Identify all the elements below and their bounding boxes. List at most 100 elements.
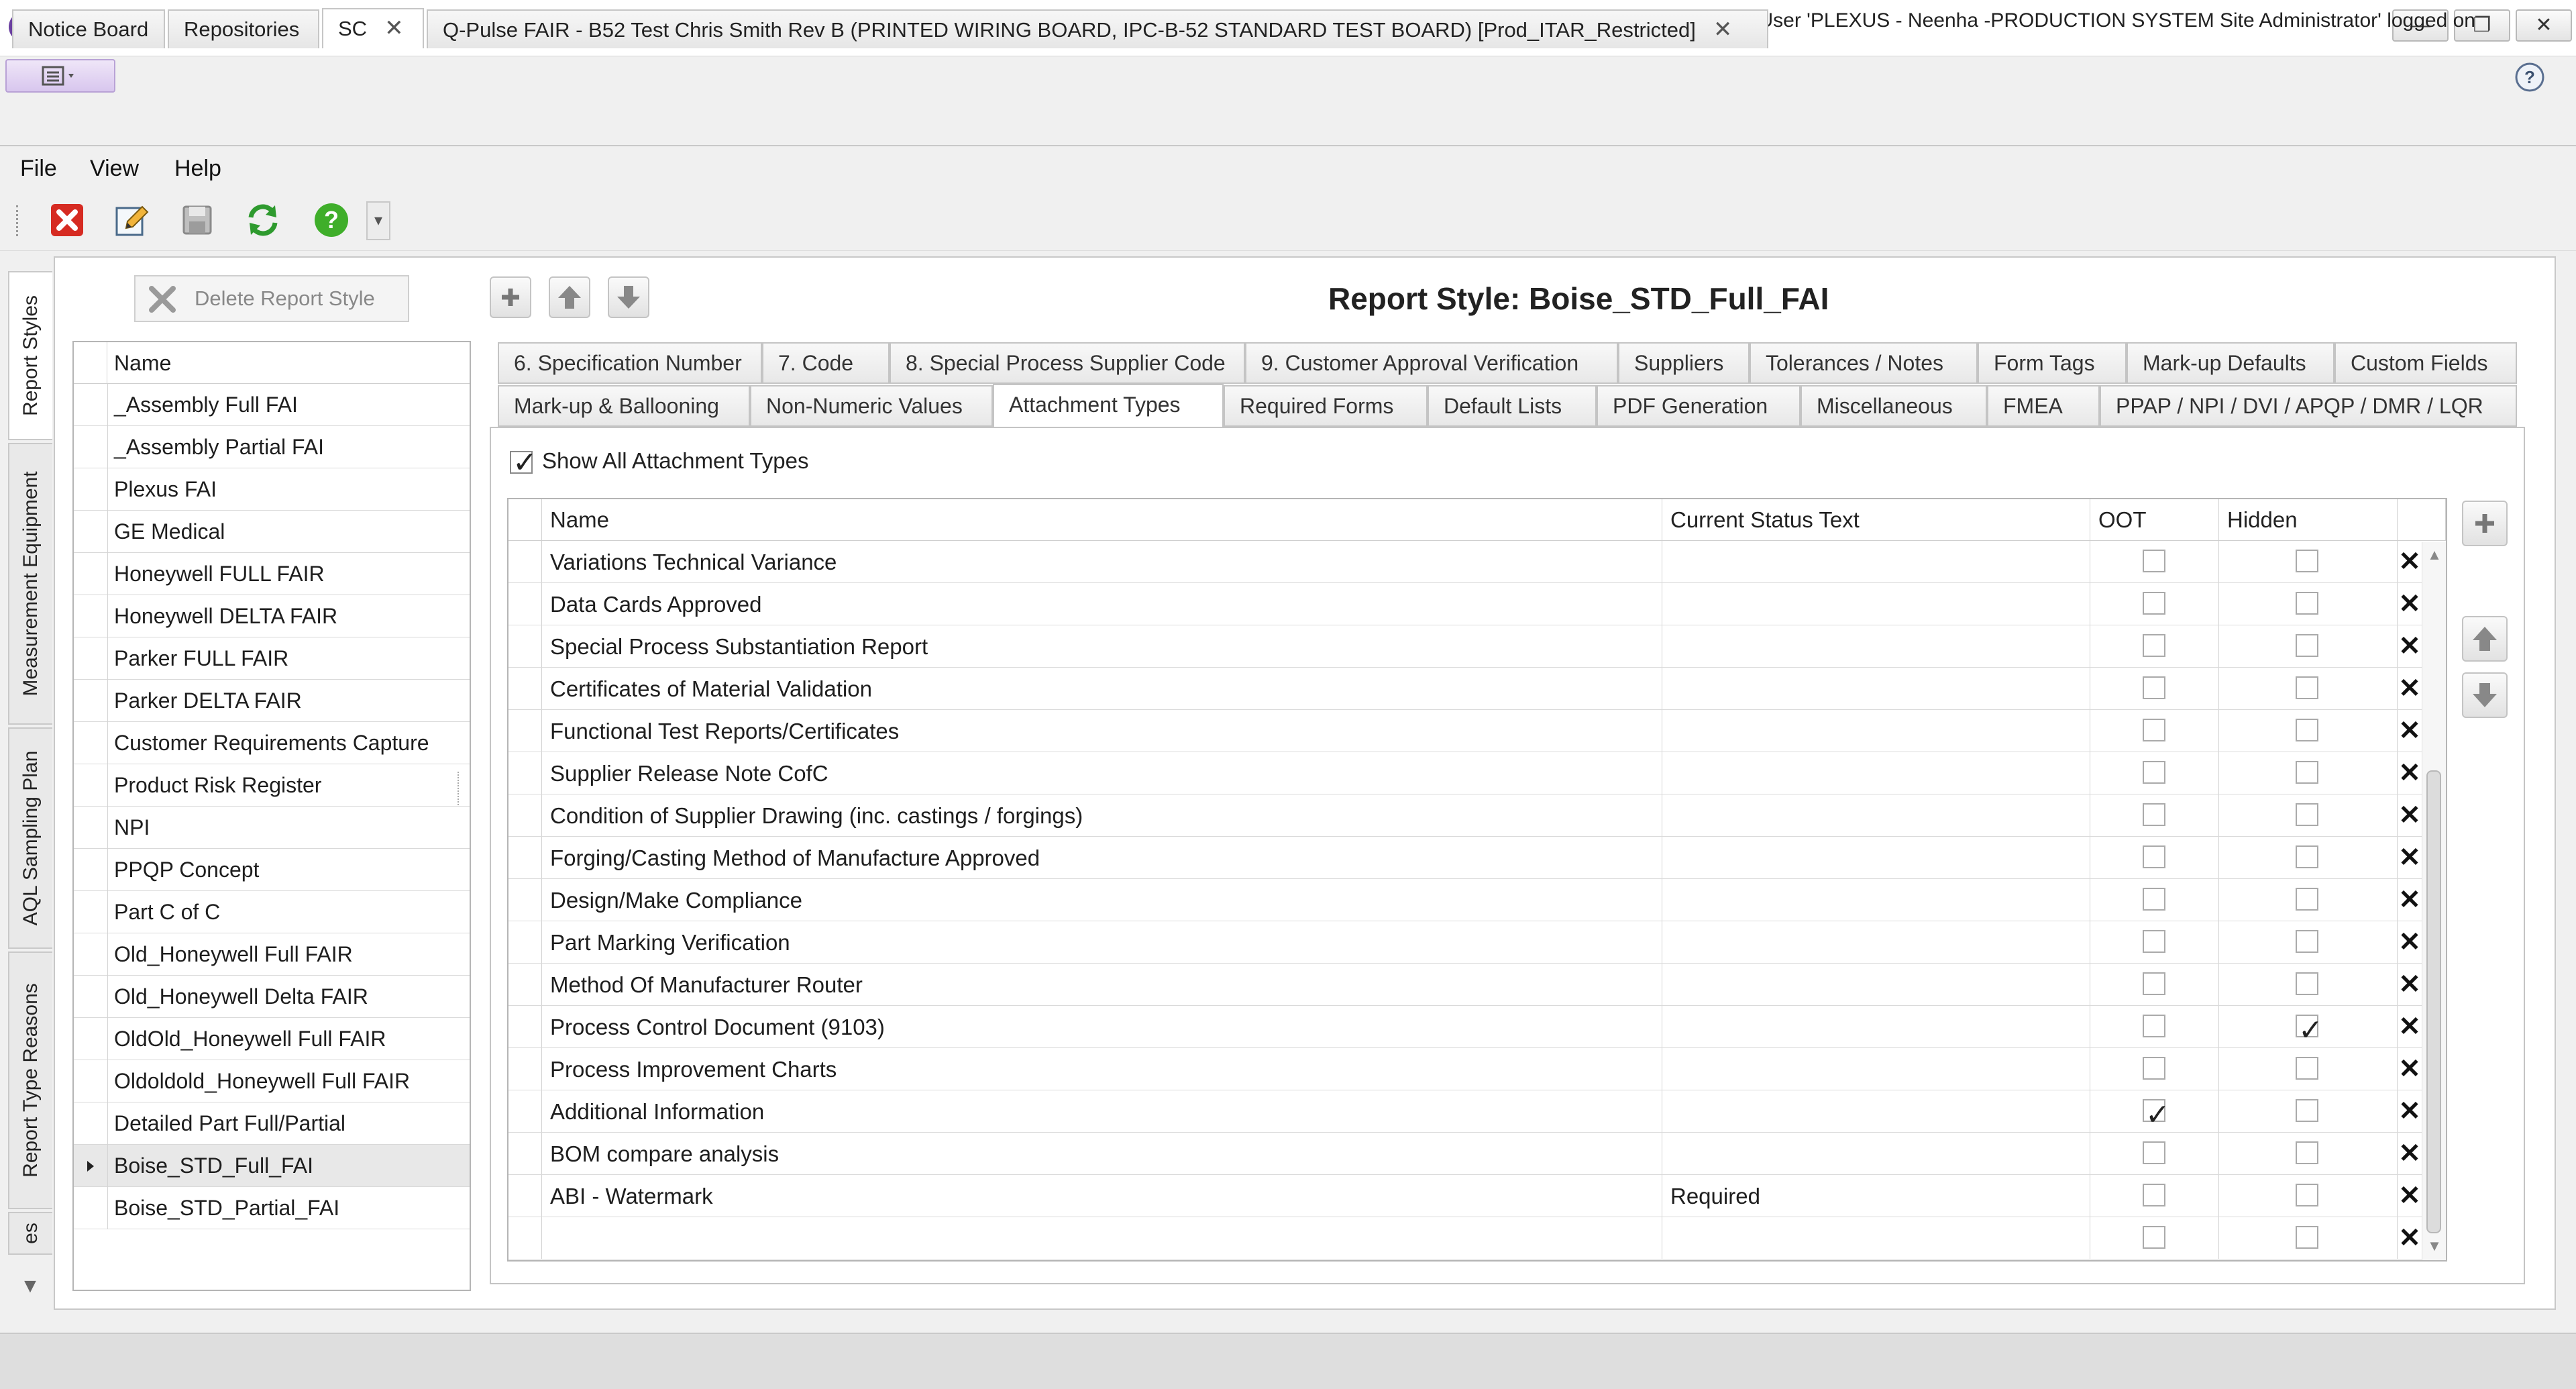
- help-icon[interactable]: ?: [311, 200, 352, 240]
- table-row[interactable]: Part Marking Verification ✕: [508, 921, 2422, 964]
- scrollbar-thumb[interactable]: [2426, 770, 2441, 1233]
- attachment-name-cell[interactable]: ABI - Watermark: [542, 1175, 1662, 1217]
- list-item[interactable]: Part C of C: [74, 891, 470, 933]
- list-item[interactable]: Parker FULL FAIR: [74, 637, 470, 680]
- delete-row-icon[interactable]: ✕: [2398, 668, 2422, 709]
- list-item[interactable]: Oldoldold_Honeywell Full FAIR: [74, 1060, 470, 1102]
- table-row[interactable]: Process Improvement Charts ✕: [508, 1048, 2422, 1090]
- current-status-text-cell[interactable]: [1662, 1048, 2090, 1090]
- tab-attachment-types[interactable]: Attachment Types: [993, 384, 1224, 428]
- oot-checkbox[interactable]: [2143, 1141, 2165, 1164]
- current-status-text-cell[interactable]: [1662, 710, 2090, 752]
- list-item[interactable]: Boise_STD_Full_FAI: [74, 1145, 470, 1187]
- table-row[interactable]: Supplier Release Note CofC ✕: [508, 752, 2422, 794]
- delete-row-icon[interactable]: ✕: [2398, 1006, 2422, 1047]
- attachment-name-cell[interactable]: Part Marking Verification: [542, 921, 1662, 963]
- doc-tab-sc[interactable]: SC ✕: [322, 8, 424, 48]
- oot-checkbox[interactable]: [2143, 1057, 2165, 1080]
- oot-checkbox[interactable]: [2143, 803, 2165, 826]
- hidden-checkbox[interactable]: [2296, 761, 2318, 784]
- hidden-checkbox[interactable]: [2296, 803, 2318, 826]
- doc-tab-notice-board[interactable]: Notice Board: [12, 9, 165, 48]
- attachment-name-cell[interactable]: Functional Test Reports/Certificates: [542, 710, 1662, 752]
- list-item[interactable]: NPI: [74, 807, 470, 849]
- oot-checkbox[interactable]: [2143, 719, 2165, 741]
- current-status-text-cell[interactable]: [1662, 752, 2090, 794]
- attachment-name-cell[interactable]: [542, 1217, 1662, 1259]
- current-status-text-cell[interactable]: [1662, 921, 2090, 963]
- table-row[interactable]: Condition of Supplier Drawing (inc. cast…: [508, 794, 2422, 837]
- hidden-checkbox[interactable]: [2296, 888, 2318, 911]
- hidden-checkbox[interactable]: [2296, 676, 2318, 699]
- delete-row-icon[interactable]: ✕: [2398, 625, 2422, 667]
- table-row[interactable]: Data Cards Approved ✕: [508, 583, 2422, 625]
- list-item[interactable]: _Assembly Full FAI: [74, 384, 470, 426]
- attachment-name-cell[interactable]: Forging/Casting Method of Manufacture Ap…: [542, 837, 1662, 878]
- current-status-text-cell[interactable]: [1662, 837, 2090, 878]
- delete-row-icon[interactable]: ✕: [2398, 583, 2422, 625]
- grid-scrollbar[interactable]: ▲ ▼: [2422, 542, 2446, 1260]
- scroll-up-icon[interactable]: ▲: [2426, 546, 2443, 563]
- oot-checkbox[interactable]: [2143, 1094, 2170, 1132]
- current-status-text-cell[interactable]: [1662, 1006, 2090, 1047]
- list-item[interactable]: Boise_STD_Partial_FAI: [74, 1187, 470, 1229]
- table-row[interactable]: BOM compare analysis ✕: [508, 1133, 2422, 1175]
- hidden-checkbox[interactable]: [2296, 1184, 2318, 1206]
- attachment-name-cell[interactable]: Variations Technical Variance: [542, 541, 1662, 582]
- delete-row-icon[interactable]: ✕: [2398, 1048, 2422, 1090]
- tab-required-forms[interactable]: Required Forms: [1224, 385, 1428, 427]
- attachment-name-cell[interactable]: Data Cards Approved: [542, 583, 1662, 625]
- side-tab-aql-sampling-plan[interactable]: AQL Sampling Plan: [8, 727, 52, 949]
- attachment-name-cell[interactable]: Process Control Document (9103): [542, 1006, 1662, 1047]
- current-status-text-cell[interactable]: [1662, 1090, 2090, 1132]
- help-circle-icon[interactable]: ?: [2514, 62, 2545, 93]
- tab-custom-fields[interactable]: Custom Fields: [2334, 342, 2517, 384]
- add-attachment-type-button[interactable]: [2462, 501, 2508, 546]
- hidden-checkbox[interactable]: [2296, 1057, 2318, 1080]
- tab-default-lists[interactable]: Default Lists: [1428, 385, 1597, 427]
- delete-row-icon[interactable]: ✕: [2398, 964, 2422, 1005]
- current-status-text-cell[interactable]: [1662, 879, 2090, 921]
- hidden-checkbox[interactable]: [2296, 634, 2318, 657]
- close-window-button[interactable]: ✕: [2516, 9, 2572, 42]
- close-red-icon[interactable]: [47, 200, 87, 240]
- move-attachment-up-button[interactable]: [2462, 616, 2508, 662]
- table-row[interactable]: ABI - Watermark Required ✕: [508, 1175, 2422, 1217]
- hidden-checkbox[interactable]: [2296, 1141, 2318, 1164]
- oot-checkbox[interactable]: [2143, 761, 2165, 784]
- current-status-text-cell[interactable]: [1662, 794, 2090, 836]
- oot-checkbox[interactable]: [2143, 845, 2165, 868]
- menu-view[interactable]: View: [90, 152, 139, 185]
- list-item[interactable]: _Assembly Partial FAI: [74, 426, 470, 468]
- side-tab-more[interactable]: es: [8, 1212, 52, 1255]
- tab-customer-approval-verification[interactable]: 9. Customer Approval Verification: [1245, 342, 1618, 384]
- oot-checkbox[interactable]: [2143, 888, 2165, 911]
- tab-ppap-npi-dvi-apqp-dmr-lqr[interactable]: PPAP / NPI / DVI / APQP / DMR / LQR: [2100, 385, 2517, 427]
- table-row[interactable]: Certificates of Material Validation ✕: [508, 668, 2422, 710]
- tab-specification-number[interactable]: 6. Specification Number: [498, 342, 762, 384]
- current-status-text-cell[interactable]: [1662, 541, 2090, 582]
- table-row[interactable]: Additional Information ✕: [508, 1090, 2422, 1133]
- oot-checkbox[interactable]: [2143, 676, 2165, 699]
- dropdown-arrow-icon[interactable]: ▾: [366, 201, 390, 240]
- scroll-down-icon[interactable]: ▼: [2426, 1237, 2443, 1254]
- tab-mark-up-ballooning[interactable]: Mark-up & Ballooning: [498, 385, 750, 427]
- current-status-text-cell[interactable]: [1662, 964, 2090, 1005]
- list-item[interactable]: Plexus FAI: [74, 468, 470, 511]
- doc-tab-fair[interactable]: Q-Pulse FAIR - B52 Test Chris Smith Rev …: [427, 9, 1768, 48]
- move-attachment-down-button[interactable]: [2462, 672, 2508, 718]
- hidden-checkbox[interactable]: [2296, 719, 2318, 741]
- side-tab-report-styles[interactable]: Report Styles: [8, 271, 52, 440]
- delete-row-icon[interactable]: ✕: [2398, 794, 2422, 836]
- hidden-checkbox[interactable]: [2296, 930, 2318, 953]
- current-status-text-cell[interactable]: [1662, 625, 2090, 667]
- delete-row-icon[interactable]: ✕: [2398, 541, 2422, 582]
- side-tabs-scroll-down-icon[interactable]: ▼: [15, 1275, 46, 1302]
- close-tab-icon[interactable]: ✕: [384, 15, 404, 41]
- doc-tab-repositories[interactable]: Repositories: [168, 9, 319, 48]
- table-row[interactable]: ✕: [508, 1217, 2422, 1259]
- table-row[interactable]: Process Control Document (9103) ✕: [508, 1006, 2422, 1048]
- hidden-checkbox[interactable]: [2296, 845, 2318, 868]
- attachment-name-cell[interactable]: Design/Make Compliance: [542, 879, 1662, 921]
- hidden-checkbox[interactable]: [2296, 1226, 2318, 1249]
